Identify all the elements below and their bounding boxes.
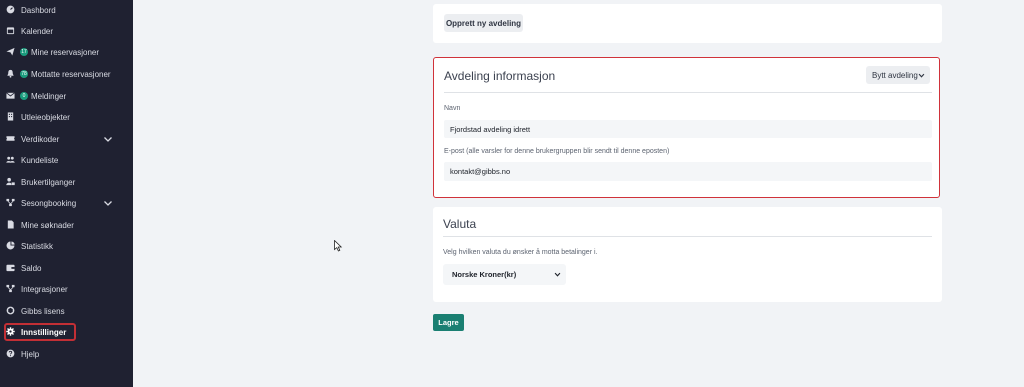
switch-department-label: Bytt avdeling	[872, 70, 918, 80]
sidebar-item-utleieobjekter[interactable]: Utleieobjekter	[0, 107, 133, 127]
cubes-icon	[6, 306, 15, 315]
sidebar-item-label: Saldo	[21, 263, 42, 273]
sidebar-item-meldinger[interactable]: 0 Meldinger	[0, 86, 133, 106]
currency-card: Valuta Velg hvilken valuta du ønsker å m…	[433, 207, 942, 302]
sidebar-item-statistikk[interactable]: Statistikk	[0, 236, 133, 256]
sidebar-item-label: Dashbord	[21, 5, 56, 15]
chevron-down-icon	[918, 73, 925, 78]
sidebar-item-mine-reservasjoner[interactable]: 17 Mine reservasjoner	[0, 42, 133, 62]
department-info-card: Avdeling informasjon Bytt avdeling Navn …	[433, 57, 940, 198]
messages-count-badge: 0	[20, 92, 28, 100]
sidebar: Dashbord Kalender 17 Mine reservasjoner …	[0, 0, 133, 387]
email-field[interactable]: kontakt@gibbs.no	[444, 162, 932, 181]
name-label: Navn	[444, 105, 461, 112]
sidebar-item-verdikoder[interactable]: Verdikoder	[0, 129, 133, 149]
sidebar-item-kalender[interactable]: Kalender	[0, 21, 133, 41]
sidebar-item-label: Gibbs lisens	[21, 306, 65, 316]
bell-icon	[6, 69, 15, 78]
paper-plane-icon	[6, 47, 15, 56]
sidebar-item-label: Hjelp	[21, 349, 40, 359]
create-department-card: Opprett ny avdeling	[433, 4, 942, 43]
file-icon	[6, 220, 15, 229]
sidebar-item-hjelp[interactable]: Hjelp	[0, 344, 133, 364]
user-lock-icon	[6, 177, 15, 186]
question-icon	[6, 349, 15, 358]
email-label: E-post (alle varsler for denne brukergru…	[444, 148, 670, 155]
sidebar-item-brukertilganger[interactable]: Brukertilganger	[0, 172, 133, 192]
calendar-icon	[6, 26, 15, 35]
currency-selected-value: Norske Kroner(kr)	[452, 270, 517, 279]
department-name-field[interactable]: Fjordstad avdeling idrett	[444, 120, 932, 138]
sidebar-item-label: Utleieobjekter	[21, 112, 70, 122]
ticket-icon	[6, 134, 15, 143]
pie-chart-icon	[6, 241, 15, 250]
users-icon	[6, 155, 15, 164]
sidebar-item-label: Verdikoder	[21, 134, 60, 144]
sidebar-item-label: Statistikk	[21, 241, 54, 251]
switch-department-button[interactable]: Bytt avdeling	[866, 66, 930, 84]
mouse-cursor-icon	[334, 240, 343, 252]
building-icon	[6, 112, 15, 121]
gear-icon	[6, 327, 15, 336]
sidebar-item-label: Meldinger	[31, 91, 67, 101]
sidebar-item-sesongbooking[interactable]: Sesongbooking	[0, 193, 133, 213]
sidebar-item-mottatte-reservasjoner[interactable]: 78 Mottatte reservasjoner	[0, 64, 133, 84]
currency-select[interactable]: Norske Kroner(kr)	[443, 264, 566, 285]
sidebar-item-integrasjoner[interactable]: Integrasjoner	[0, 279, 133, 299]
card-divider	[444, 92, 932, 93]
sidebar-item-label: Brukertilganger	[21, 177, 76, 187]
sidebar-item-mine-soknader[interactable]: Mine søknader	[0, 215, 133, 235]
chevron-down-icon	[554, 272, 561, 277]
sidebar-item-label: Kundeliste	[21, 155, 59, 165]
envelope-icon	[6, 91, 15, 100]
reservations-count-badge: 17	[20, 48, 28, 56]
sidebar-item-label: Mine søknader	[21, 220, 74, 230]
dashboard-icon	[6, 5, 15, 14]
sidebar-item-kundeliste[interactable]: Kundeliste	[0, 150, 133, 170]
currency-description: Velg hvilken valuta du ønsker å motta be…	[443, 249, 598, 256]
chevron-down-icon[interactable]	[103, 198, 113, 208]
chevron-down-icon[interactable]	[103, 134, 113, 144]
sidebar-item-saldo[interactable]: Saldo	[0, 258, 133, 278]
sidebar-item-label: Sesongbooking	[21, 198, 77, 208]
sitemap-icon	[6, 198, 15, 207]
sidebar-item-label: Integrasjoner	[21, 284, 68, 294]
sidebar-item-gibbs-lisens[interactable]: Gibbs lisens	[0, 301, 133, 321]
sidebar-item-label: Innstillinger	[21, 327, 67, 337]
create-department-button[interactable]: Opprett ny avdeling	[444, 14, 523, 32]
card-divider	[443, 236, 932, 237]
sidebar-item-dashbord[interactable]: Dashbord	[0, 0, 133, 20]
wallet-icon	[6, 263, 15, 272]
currency-title: Valuta	[443, 217, 477, 231]
sidebar-item-label: Kalender	[21, 26, 54, 36]
network-icon	[6, 284, 15, 293]
save-button[interactable]: Lagre	[433, 314, 464, 331]
sidebar-item-label: Mottatte reservasjoner	[31, 69, 111, 79]
sidebar-item-label: Mine reservasjoner	[31, 47, 100, 57]
department-info-title: Avdeling informasjon	[444, 69, 556, 83]
received-count-badge: 78	[20, 70, 28, 78]
sidebar-item-innstillinger[interactable]: Innstillinger	[0, 322, 133, 342]
